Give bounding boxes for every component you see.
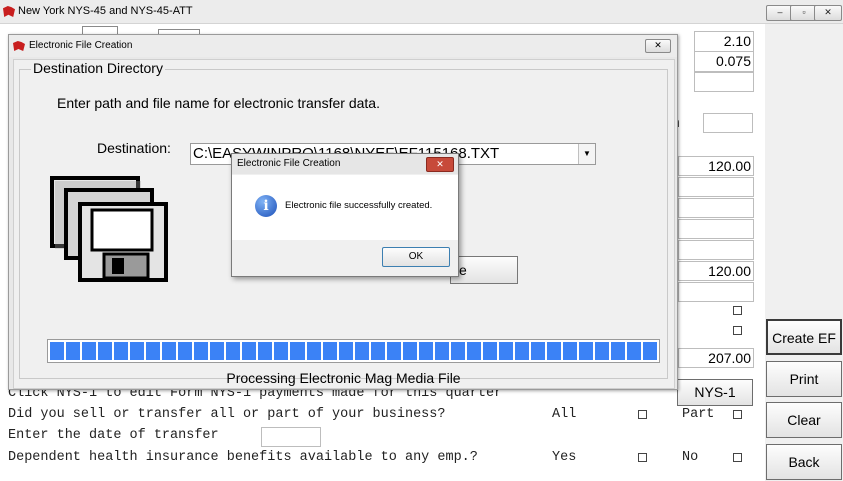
rate-field[interactable] [694, 72, 754, 92]
print-button[interactable]: Print [766, 361, 842, 397]
dialog-title-bar: Electronic File Creation ✕ [9, 35, 677, 57]
info-icon: i [255, 195, 277, 217]
message-box-body: i Electronic file successfully created. [232, 175, 458, 240]
ok-button[interactable]: OK [382, 247, 450, 267]
all-label: All [552, 407, 577, 422]
back-button[interactable]: Back [766, 444, 842, 480]
floppy-disks-icon [50, 176, 168, 282]
yes-checkbox[interactable] [638, 453, 647, 462]
amount-field[interactable] [678, 177, 754, 197]
window-title: New York NYS-45 and NYS-45-ATT [18, 5, 193, 17]
create-ef-button[interactable]: Create EF [766, 319, 842, 355]
message-box: Electronic File Creation ✕ i Electronic … [231, 153, 459, 277]
amount-field[interactable]: 120.00 [678, 261, 754, 281]
message-box-title-bar: Electronic File Creation ✕ [232, 154, 458, 174]
total-field[interactable]: 207.00 [678, 348, 754, 368]
message-box-title: Electronic File Creation [237, 158, 341, 169]
rate-field[interactable]: 2.10 [694, 31, 754, 52]
transfer-date-field[interactable] [261, 427, 321, 447]
part-label: Part [682, 407, 715, 422]
dropdown-arrow-icon[interactable]: ▼ [578, 144, 595, 164]
ny-state-icon [13, 41, 25, 51]
progress-bar [47, 339, 660, 363]
rate-field[interactable]: 0.075 [694, 51, 754, 72]
prompt-text: Enter path and file name for electronic … [57, 95, 380, 111]
all-checkbox[interactable] [638, 410, 647, 419]
no-checkbox[interactable] [733, 453, 742, 462]
amount-field[interactable] [678, 282, 754, 302]
message-text: Electronic file successfully created. [285, 200, 433, 211]
ny-state-icon [3, 6, 15, 17]
yes-label: Yes [552, 450, 577, 465]
close-window-button[interactable]: ✕ [814, 5, 842, 21]
dialog-close-button[interactable]: ✕ [645, 39, 671, 53]
amount-field[interactable] [678, 198, 754, 218]
amount-field[interactable] [678, 219, 754, 239]
group-title: Destination Directory [31, 60, 165, 76]
part-checkbox[interactable] [733, 410, 742, 419]
no-label: No [682, 450, 699, 465]
main-title-bar: New York NYS-45 and NYS-45-ATT – ▫ ✕ [0, 0, 843, 24]
clear-button[interactable]: Clear [766, 402, 842, 438]
checkbox[interactable] [733, 306, 742, 315]
checkbox[interactable] [733, 326, 742, 335]
dialog-action-button[interactable]: e [450, 256, 518, 284]
sell-question: Did you sell or transfer all or part of … [8, 407, 446, 422]
health-question: Dependent health insurance benefits avai… [8, 450, 478, 465]
message-box-close-button[interactable]: ✕ [426, 157, 454, 172]
transfer-date-label: Enter the date of transfer [8, 428, 219, 443]
amount-field[interactable]: 120.00 [678, 156, 754, 176]
nys1-button[interactable]: NYS-1 [677, 379, 753, 406]
amount-field[interactable] [678, 240, 754, 260]
progress-label: Processing Electronic Mag Media File [226, 370, 461, 386]
dialog-title: Electronic File Creation [29, 40, 133, 51]
destination-label: Destination: [97, 140, 171, 156]
form-field[interactable] [703, 113, 753, 133]
